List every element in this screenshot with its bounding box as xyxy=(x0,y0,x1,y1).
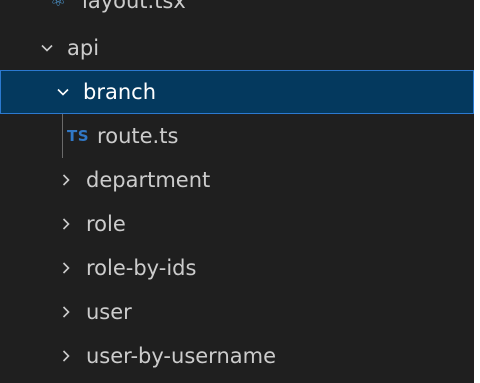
window-edge xyxy=(474,0,480,383)
tree-item-route-ts[interactable]: TS route.ts xyxy=(0,114,474,158)
tree-item-role-by-ids[interactable]: role-by-ids xyxy=(0,246,474,290)
chevron-down-icon xyxy=(49,78,77,106)
tree-item-branch[interactable]: branch xyxy=(0,70,474,114)
chevron-right-icon xyxy=(52,210,80,238)
tree-item-label: role xyxy=(86,211,126,236)
tree-item-label: role-by-ids xyxy=(86,255,197,280)
chevron-right-icon xyxy=(52,254,80,282)
tree-item-label: layout.tsx xyxy=(82,0,186,13)
tree-item-label: api xyxy=(67,35,100,60)
indent-guide xyxy=(62,114,63,158)
tree-item-label: branch xyxy=(83,79,156,104)
chevron-right-icon xyxy=(52,166,80,194)
tree-item-label: department xyxy=(86,167,211,192)
chevron-down-icon xyxy=(33,34,61,62)
tree-item-department[interactable]: department xyxy=(0,158,474,202)
react-file-icon: ⚛ xyxy=(50,0,67,11)
chevron-right-icon xyxy=(52,342,80,370)
tree-item-layout[interactable]: ⚛ layout.tsx xyxy=(0,0,474,23)
tree-item-api[interactable]: api xyxy=(0,26,474,70)
tree-item-user[interactable]: user xyxy=(0,290,474,334)
typescript-file-icon: TS xyxy=(67,127,90,145)
tree-item-label: user xyxy=(86,299,132,324)
file-explorer: ⚛ layout.tsx api branch TS route.ts depa… xyxy=(0,0,474,383)
tree-item-user-by-username[interactable]: user-by-username xyxy=(0,334,474,378)
tree-item-label: user-by-username xyxy=(86,343,276,368)
chevron-right-icon xyxy=(52,298,80,326)
tree-item-label: route.ts xyxy=(97,123,179,148)
tree-item-role[interactable]: role xyxy=(0,202,474,246)
